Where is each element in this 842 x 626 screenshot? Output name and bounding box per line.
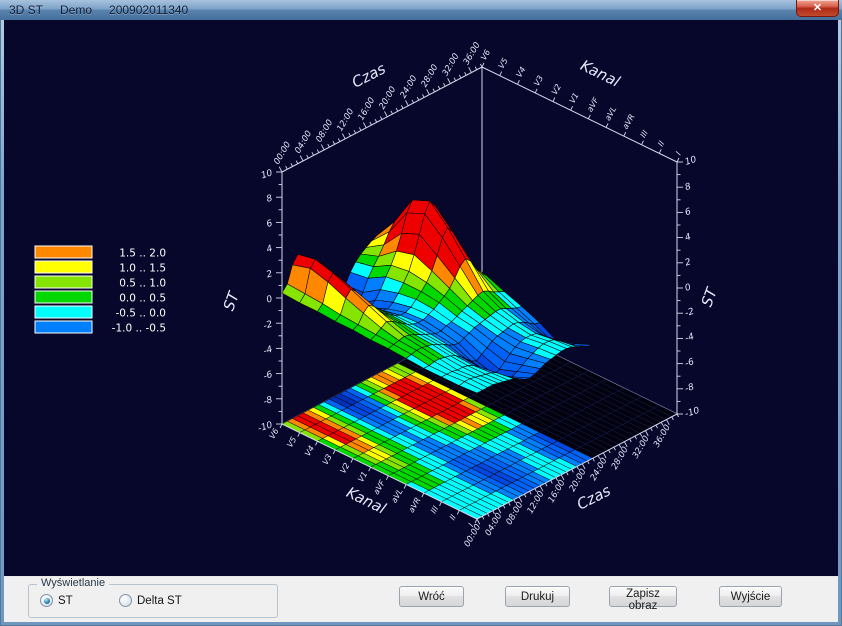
title-app: 3D ST xyxy=(9,3,43,17)
save-image-button[interactable]: Zapisz obraz xyxy=(609,586,677,607)
bottom-panel: Wyświetlanie ST Delta ST Wróć Drukuj Zap… xyxy=(4,576,838,622)
print-button[interactable]: Drukuj xyxy=(505,586,570,607)
app-window: 3D ST Demo 200902011340 ✕ 00:0004:0008:0… xyxy=(0,0,842,626)
plot-area xyxy=(4,20,838,622)
display-groupbox: Wyświetlanie ST Delta ST xyxy=(28,584,278,618)
radio-selected-icon xyxy=(40,594,53,607)
title-mode: Demo xyxy=(60,3,92,17)
radio-st[interactable]: ST xyxy=(40,594,73,607)
close-icon: ✕ xyxy=(813,2,822,14)
title-bar[interactable]: 3D ST Demo 200902011340 ✕ xyxy=(0,0,842,20)
window-title: 3D ST Demo 200902011340 xyxy=(9,3,188,17)
radio-delta-st[interactable]: Delta ST xyxy=(119,594,182,607)
close-button[interactable]: ✕ xyxy=(796,0,839,17)
exit-button[interactable]: Wyjście xyxy=(719,586,782,607)
title-recording-id: 200902011340 xyxy=(109,3,188,17)
groupbox-label: Wyświetlanie xyxy=(37,577,109,589)
radio-unselected-icon xyxy=(119,594,132,607)
radio-label: ST xyxy=(58,595,73,607)
back-button[interactable]: Wróć xyxy=(399,586,464,607)
radio-label: Delta ST xyxy=(137,595,182,607)
